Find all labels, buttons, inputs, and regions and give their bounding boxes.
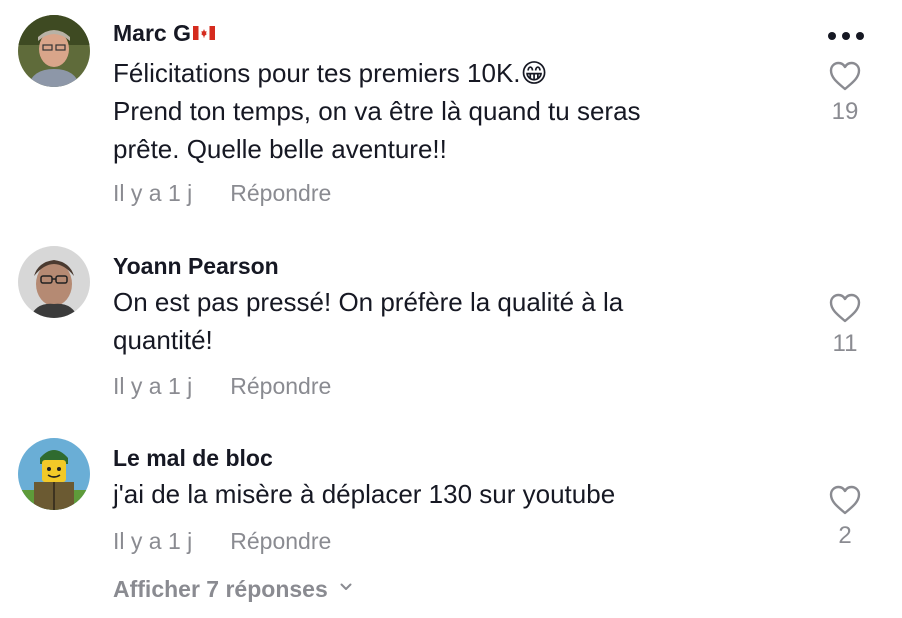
comment-meta: Il y a 1 j Répondre xyxy=(113,180,331,207)
comment-line: On est pas pressé! On préfère la qualité… xyxy=(113,287,624,317)
like-button[interactable]: 2 xyxy=(822,484,868,550)
avatar[interactable] xyxy=(18,438,90,510)
comment-author[interactable]: Yoann Pearson xyxy=(113,253,279,280)
canada-flag-icon xyxy=(192,26,215,40)
comment-text: On est pas pressé! On préfère la qualité… xyxy=(113,283,753,359)
more-horizontal-icon xyxy=(828,32,836,40)
comment-author[interactable]: Marc G xyxy=(113,20,215,47)
comment-author[interactable]: Le mal de bloc xyxy=(113,445,273,472)
like-count: 11 xyxy=(832,330,858,357)
comment-line: quantité! xyxy=(113,325,213,355)
comment-text: j'ai de la misère à déplacer 130 sur you… xyxy=(113,475,753,513)
comment-line: prête. Quelle belle aventure!! xyxy=(113,134,447,164)
chevron-down-icon xyxy=(340,583,352,590)
reply-button[interactable]: Répondre xyxy=(230,180,331,206)
reply-button[interactable]: Répondre xyxy=(230,528,331,554)
comment-time: Il y a 1 j xyxy=(113,180,193,206)
comment-line: Félicitations pour tes premiers 10K.😁 xyxy=(113,58,548,88)
more-options-button[interactable] xyxy=(826,26,866,46)
view-replies-label: Afficher 7 réponses xyxy=(113,576,328,602)
comment-meta: Il y a 1 j Répondre xyxy=(113,528,331,555)
like-button[interactable]: 11 xyxy=(822,292,868,358)
comment-time: Il y a 1 j xyxy=(113,373,193,399)
comment-line: Prend ton temps, on va être là quand tu … xyxy=(113,96,641,126)
comment-meta: Il y a 1 j Répondre xyxy=(113,373,331,400)
like-button[interactable]: 19 xyxy=(822,60,868,126)
heart-icon xyxy=(829,293,861,323)
heart-icon xyxy=(829,61,861,91)
comment-time: Il y a 1 j xyxy=(113,528,193,554)
avatar[interactable] xyxy=(18,15,90,87)
comment-line: j'ai de la misère à déplacer 130 sur you… xyxy=(113,479,616,509)
comment-text: Félicitations pour tes premiers 10K.😁 Pr… xyxy=(113,54,753,168)
like-count: 19 xyxy=(831,98,859,125)
heart-icon xyxy=(829,485,861,515)
avatar[interactable] xyxy=(18,246,90,318)
reply-button[interactable]: Répondre xyxy=(230,373,331,399)
view-replies-button[interactable]: Afficher 7 réponses xyxy=(113,576,352,603)
like-count: 2 xyxy=(838,522,852,549)
